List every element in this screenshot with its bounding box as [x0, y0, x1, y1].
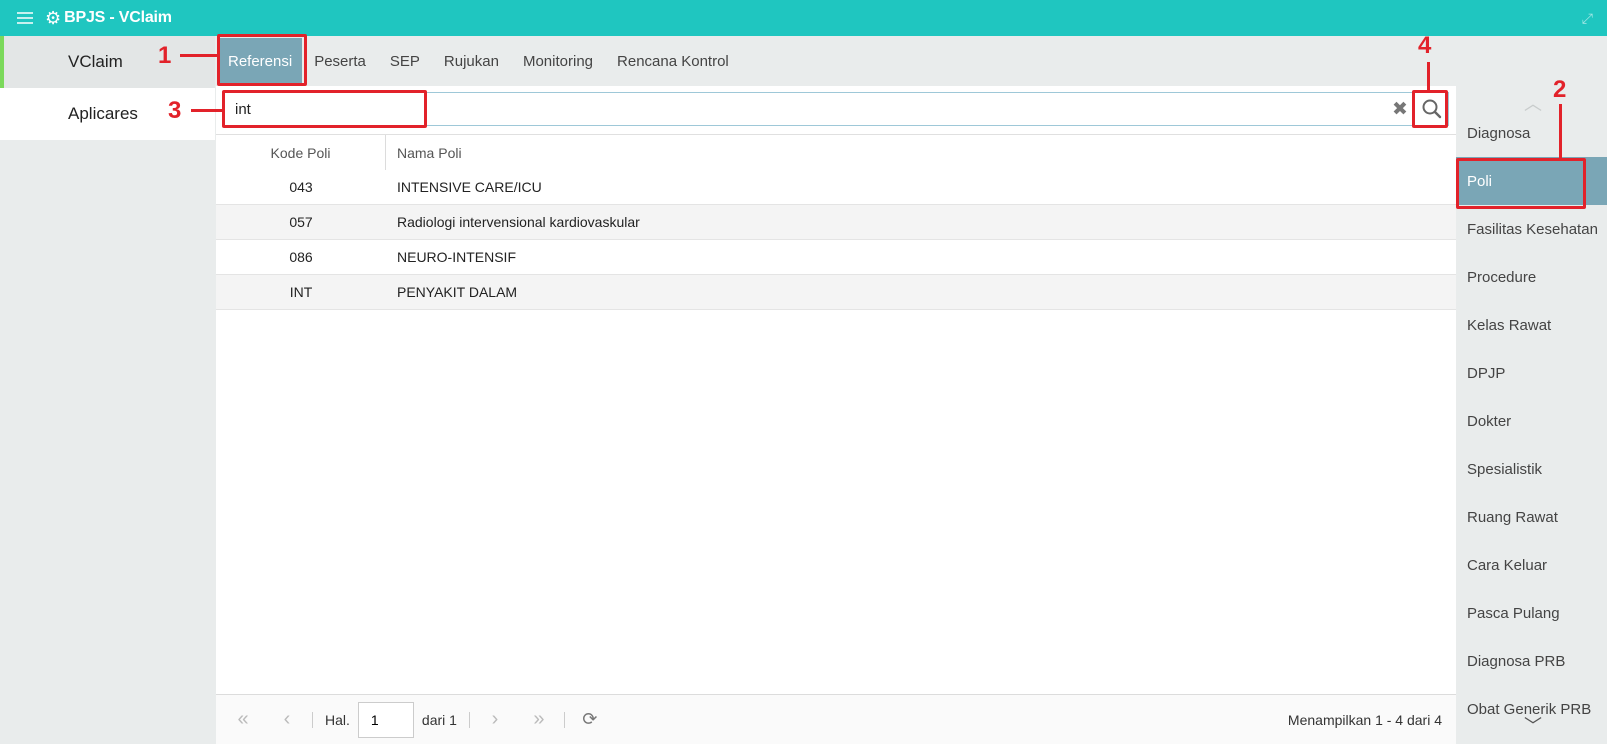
right-nav-item-cara-keluar[interactable]: Cara Keluar	[1456, 541, 1607, 589]
left-nav-item-label: Aplicares	[68, 104, 138, 123]
tab-monitoring[interactable]: Monitoring	[511, 36, 605, 86]
annotation-box-1	[217, 34, 307, 86]
annotation-box-2	[1456, 158, 1586, 209]
hamburger-menu-icon[interactable]	[17, 12, 33, 24]
cell-nama-poli: PENYAKIT DALAM	[397, 284, 518, 300]
left-nav-item-vclaim[interactable]: VClaim	[0, 36, 215, 88]
annotation-line-4	[1427, 62, 1430, 90]
cell-nama-poli: NEURO-INTENSIF	[397, 249, 516, 265]
right-nav-item-pasca-pulang[interactable]: Pasca Pulang	[1456, 589, 1607, 637]
column-header-nama-poli[interactable]: Nama Poli	[386, 135, 1456, 170]
right-nav-item-spesialistik[interactable]: Spesialistik	[1456, 445, 1607, 493]
table-row[interactable]: 043 INTENSIVE CARE/ICU	[216, 170, 1456, 205]
annotation-line-1	[180, 54, 217, 57]
annotation-box-3	[222, 90, 427, 128]
last-page-icon[interactable]: »	[526, 708, 552, 731]
right-nav-item-diagnosa[interactable]: Diagnosa	[1456, 109, 1607, 157]
tab-sep[interactable]: SEP	[378, 36, 432, 86]
cell-kode-poli: 057	[289, 214, 313, 230]
annotation-line-3	[191, 109, 222, 112]
right-nav-item-procedure[interactable]: Procedure	[1456, 253, 1607, 301]
prev-page-icon[interactable]: ‹	[274, 708, 300, 731]
right-nav-item-kelas-rawat[interactable]: Kelas Rawat	[1456, 301, 1607, 349]
poli-table: Kode Poli Nama Poli 043 INTENSIVE CARE/I…	[216, 134, 1456, 310]
annotation-box-4	[1412, 90, 1448, 128]
refresh-icon[interactable]: ⟳	[577, 709, 603, 730]
left-nav-item-aplicares[interactable]: Aplicares	[0, 88, 215, 140]
annotation-number-1: 1	[158, 42, 172, 69]
page-label: Hal.	[325, 711, 350, 728]
tab-rencana-kontrol[interactable]: Rencana Kontrol	[605, 36, 741, 86]
cell-kode-poli: INT	[289, 284, 313, 300]
left-nav-item-label: VClaim	[68, 52, 123, 71]
first-page-icon[interactable]: «	[230, 708, 256, 731]
right-nav-item-diagnosa-prb[interactable]: Diagnosa PRB	[1456, 637, 1607, 685]
column-header-kode-poli[interactable]: Kode Poli	[216, 135, 386, 170]
page-number-input[interactable]	[357, 701, 414, 738]
annotation-number-3: 3	[168, 97, 182, 124]
divider	[312, 711, 313, 728]
cell-nama-poli: Radiologi intervensional kardiovaskular	[397, 214, 640, 230]
chevron-down-icon[interactable]: ﹀	[1524, 712, 1542, 738]
expand-icon[interactable]: ⤢	[1582, 10, 1593, 27]
pagination-bar: « ‹ Hal. dari 1 › » ⟳ Menampilkan 1 - 4 …	[216, 694, 1456, 744]
left-nav: VClaim Aplicares	[0, 36, 215, 744]
next-page-icon[interactable]: ›	[482, 708, 508, 731]
title-bar: ⚙ BPJS - VClaim ⤢	[0, 0, 1607, 36]
annotation-line-2	[1559, 104, 1562, 158]
annotation-number-2: 2	[1553, 76, 1567, 103]
paging-info: Menampilkan 1 - 4 dari 4	[1287, 712, 1442, 728]
right-nav-item-dokter[interactable]: Dokter	[1456, 397, 1607, 445]
table-row[interactable]: 086 NEURO-INTENSIF	[216, 240, 1456, 275]
right-nav-item-ruang-rawat[interactable]: Ruang Rawat	[1456, 493, 1607, 541]
tab-peserta[interactable]: Peserta	[302, 36, 378, 86]
right-nav-item-dpjp[interactable]: DPJP	[1456, 349, 1607, 397]
gear-icon: ⚙	[45, 8, 62, 28]
table-row[interactable]: 057 Radiologi intervensional kardiovasku…	[216, 205, 1456, 240]
tab-rujukan[interactable]: Rujukan	[432, 36, 511, 86]
cell-kode-poli: 043	[289, 179, 313, 195]
page-total-label: dari 1	[421, 711, 457, 728]
table-header: Kode Poli Nama Poli	[216, 134, 1456, 170]
table-row[interactable]: INT PENYAKIT DALAM	[216, 275, 1456, 310]
annotation-number-4: 4	[1418, 32, 1432, 59]
divider	[563, 711, 565, 728]
divider	[468, 711, 470, 728]
main-panel: ✖ Kode Poli Nama Poli 043 INTENSIVE CARE…	[216, 86, 1456, 744]
cell-nama-poli: INTENSIVE CARE/ICU	[397, 179, 542, 195]
app-title: BPJS - VClaim	[64, 9, 172, 26]
right-nav-item-fasilitas-kesehatan[interactable]: Fasilitas Kesehatan	[1456, 205, 1607, 253]
cell-kode-poli: 086	[289, 249, 313, 265]
clear-icon[interactable]: ✖	[1392, 98, 1408, 121]
